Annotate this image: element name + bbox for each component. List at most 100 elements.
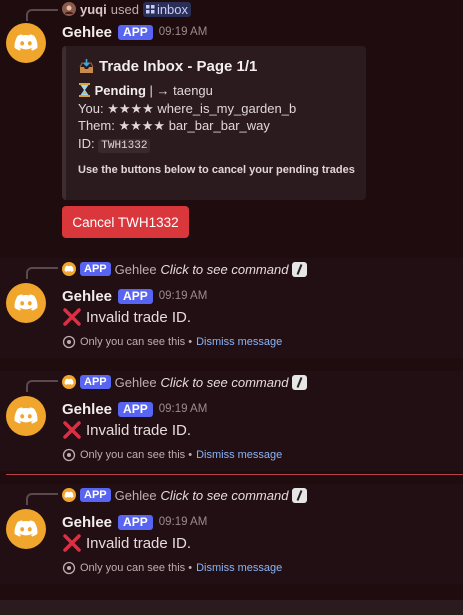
inbox-tray-icon	[79, 58, 94, 73]
you-value: ★★★★ where_is_my_garden_b	[107, 100, 297, 116]
dismiss-message-link[interactable]: Dismiss message	[196, 449, 282, 461]
reply-spine	[26, 380, 58, 392]
reply-text[interactable]: Click to see command	[161, 488, 289, 503]
timestamp[interactable]: 09:19 AM	[159, 516, 208, 528]
them-label: Them:	[78, 118, 115, 133]
embed-status-line: Pending | → taengu	[78, 82, 354, 100]
embed-you-line: You: ★★★★ where_is_my_garden_b	[78, 100, 354, 118]
embed-them-line: Them: ★★★★ bar_bar_bar_way	[78, 117, 354, 135]
dismiss-message-link[interactable]: Dismiss message	[196, 562, 282, 574]
trade-embed: Trade Inbox - Page 1/1 Pending | → taeng…	[62, 46, 366, 200]
reply-reference[interactable]: APP Gehlee Click to see command	[62, 260, 308, 278]
reply-text[interactable]: Click to see command	[161, 262, 289, 277]
message-inbox: yuqi used inbox Gehlee APP 09:19 AM Trad…	[0, 0, 463, 244]
cross-mark-icon	[63, 308, 81, 326]
eye-icon	[62, 561, 76, 575]
them-value: ★★★★ bar_bar_bar_way	[118, 118, 270, 133]
content-text: Invalid trade ID.	[86, 534, 192, 552]
app-badge: APP	[118, 24, 153, 40]
id-label: ID:	[78, 135, 95, 151]
app-badge: APP	[118, 288, 153, 304]
app-badge: APP	[80, 262, 111, 276]
embed-id-line: ID: TWH1332	[78, 135, 354, 156]
timestamp[interactable]: 09:19 AM	[159, 290, 208, 302]
timestamp[interactable]: 09:19 AM	[159, 26, 208, 38]
message-content: Invalid trade ID.	[62, 307, 191, 327]
embed-title-text: Trade Inbox - Page 1/1	[99, 57, 258, 75]
trade-id-code: TWH1332	[98, 138, 151, 153]
author-name[interactable]: Gehlee	[62, 288, 112, 305]
eye-icon	[62, 448, 76, 462]
reply-text[interactable]: Click to see command	[161, 375, 289, 390]
ephemeral-note-text: Only you can see this •	[80, 562, 193, 574]
you-label: You:	[78, 100, 104, 116]
discord-logo-icon	[64, 491, 74, 498]
bot-avatar[interactable]	[6, 396, 46, 436]
bot-mini-avatar	[62, 375, 76, 389]
slash-command-icon	[292, 374, 308, 390]
status-label: Pending	[94, 83, 146, 98]
reply-author[interactable]: Gehlee	[115, 262, 157, 277]
slash-command-icon	[292, 261, 308, 277]
message-header: Gehlee APP 09:19 AM	[62, 286, 207, 306]
ephemeral-note-text: Only you can see this •	[80, 336, 193, 348]
dismiss-message-link[interactable]: Dismiss message	[196, 336, 282, 348]
discord-logo-icon	[14, 520, 38, 537]
discord-logo-icon	[14, 34, 38, 51]
embed-title: Trade Inbox - Page 1/1	[78, 56, 354, 76]
author-name[interactable]: Gehlee	[62, 514, 112, 531]
message-header: Gehlee APP 09:19 AM	[62, 399, 207, 419]
cross-mark-icon	[63, 421, 81, 439]
eye-icon	[62, 335, 76, 349]
message-header: Gehlee APP 09:19 AM	[62, 22, 207, 42]
app-badge: APP	[80, 488, 111, 502]
message-header: Gehlee APP 09:19 AM	[62, 512, 207, 532]
app-badge: APP	[118, 401, 153, 417]
reply-author[interactable]: Gehlee	[115, 375, 157, 390]
discord-logo-icon	[14, 294, 38, 311]
content-text: Invalid trade ID.	[86, 421, 192, 439]
new-messages-divider	[6, 474, 463, 475]
user-avatar-icon	[62, 2, 76, 16]
reply-spine	[26, 493, 58, 505]
author-name[interactable]: Gehlee	[62, 401, 112, 418]
discord-logo-icon	[64, 378, 74, 385]
app-badge: APP	[118, 514, 153, 530]
ephemeral-note: Only you can see this • Dismiss message	[62, 561, 282, 575]
cancel-trade-button[interactable]: Cancel TWH1332	[62, 206, 189, 238]
author-name[interactable]: Gehlee	[62, 24, 112, 41]
hourglass-icon	[79, 83, 90, 97]
command-mention[interactable]: inbox	[142, 1, 192, 17]
discord-logo-icon	[64, 265, 74, 272]
embed-footer: Use the buttons below to cancel your pen…	[78, 164, 355, 176]
message-ephemeral-1: APP Gehlee Click to see command Gehlee A…	[0, 258, 463, 358]
discord-logo-icon	[14, 407, 38, 424]
status-target: | → taengu	[149, 83, 213, 98]
next-message-partial	[0, 600, 463, 615]
bot-avatar[interactable]	[6, 23, 46, 63]
message-content: Invalid trade ID.	[62, 420, 191, 440]
message-ephemeral-2: APP Gehlee Click to see command Gehlee A…	[0, 371, 463, 471]
reply-action: used	[110, 1, 139, 17]
message-ephemeral-3: APP Gehlee Click to see command Gehlee A…	[0, 484, 463, 584]
reply-reference[interactable]: yuqi used inbox	[62, 0, 192, 18]
message-content: Invalid trade ID.	[62, 533, 191, 553]
reply-reference[interactable]: APP Gehlee Click to see command	[62, 373, 308, 391]
command-name: inbox	[156, 1, 189, 17]
reply-user[interactable]: yuqi	[80, 2, 107, 17]
command-icon	[145, 4, 155, 13]
bot-avatar[interactable]	[6, 283, 46, 323]
cross-mark-icon	[63, 534, 81, 552]
reply-author[interactable]: Gehlee	[115, 488, 157, 503]
ephemeral-note: Only you can see this • Dismiss message	[62, 448, 282, 462]
reply-spine	[26, 9, 58, 21]
bot-mini-avatar	[62, 488, 76, 502]
content-text: Invalid trade ID.	[86, 308, 192, 326]
bot-mini-avatar	[62, 262, 76, 276]
ephemeral-note: Only you can see this • Dismiss message	[62, 335, 282, 349]
timestamp[interactable]: 09:19 AM	[159, 403, 208, 415]
reply-reference[interactable]: APP Gehlee Click to see command	[62, 486, 308, 504]
bot-avatar[interactable]	[6, 509, 46, 549]
app-badge: APP	[80, 375, 111, 389]
reply-spine	[26, 267, 58, 279]
